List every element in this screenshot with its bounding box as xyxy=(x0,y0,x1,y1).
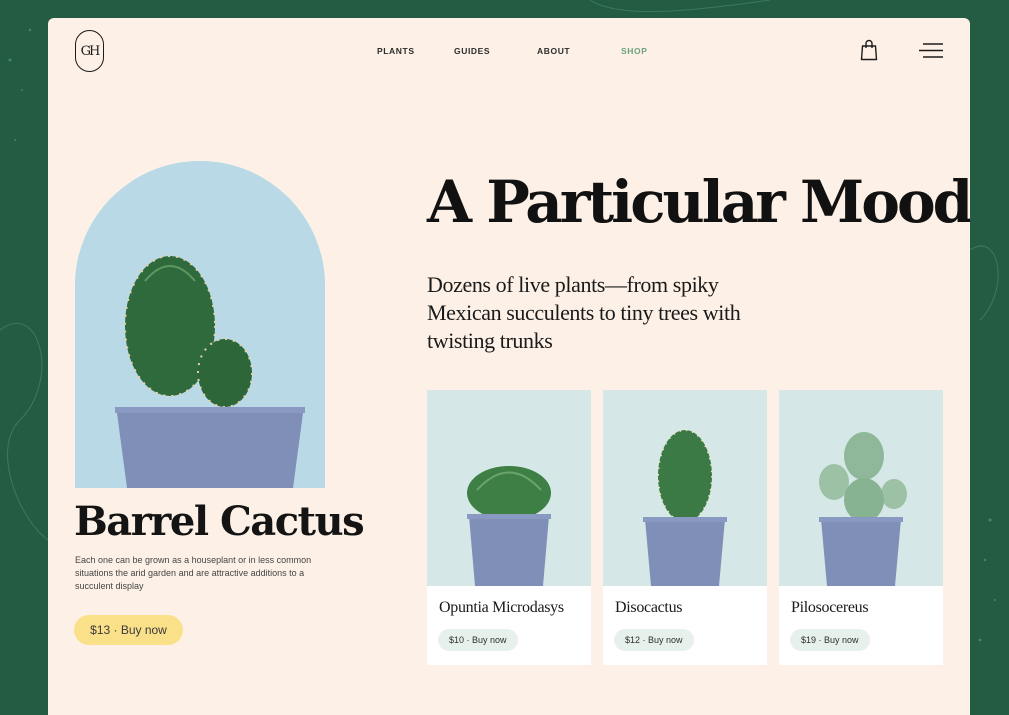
product-name: Pilosocereus xyxy=(791,599,869,616)
shop-page-card: GH PLANTS GUIDES ABOUT SHOP Barrel Cactu… xyxy=(48,18,970,715)
product-buy-button[interactable]: $19 · Buy now xyxy=(790,629,870,651)
page-subheadline: Dozens of live plants—from spiky Mexican… xyxy=(427,272,741,353)
product-card-disocactus[interactable]: Disocactus $12 · Buy now xyxy=(603,390,767,665)
product-name: Disocactus xyxy=(615,599,683,616)
product-name: Opuntia Microdasys xyxy=(439,599,564,616)
product-card-opuntia[interactable]: Opuntia Microdasys $10 · Buy now xyxy=(427,390,591,665)
nav-item-plants[interactable]: PLANTS xyxy=(377,46,415,56)
product-buy-button[interactable]: $10 · Buy now xyxy=(438,629,518,651)
nav-item-shop[interactable]: SHOP xyxy=(621,46,648,56)
featured-buy-button[interactable]: $13 · Buy now xyxy=(74,615,183,645)
product-card-pilosocereus[interactable]: Pilosocereus $19 · Buy now xyxy=(779,390,943,665)
featured-product-description: Each one can be grown as a houseplant or… xyxy=(75,555,312,591)
barrel-cactus-image xyxy=(75,161,325,488)
opuntia-image xyxy=(427,390,591,586)
nav-item-about[interactable]: ABOUT xyxy=(537,46,570,56)
nav-item-guides[interactable]: GUIDES xyxy=(454,46,490,56)
shopping-bag-icon[interactable] xyxy=(860,39,878,61)
featured-product-name: Barrel Cactus xyxy=(74,498,365,545)
page-headline: A Particular Mood xyxy=(427,168,970,236)
hamburger-menu-icon[interactable] xyxy=(919,42,943,59)
disocactus-image xyxy=(603,390,767,586)
brand-logo[interactable]: GH xyxy=(75,30,104,72)
pilosocereus-image xyxy=(779,390,943,586)
product-buy-button[interactable]: $12 · Buy now xyxy=(614,629,694,651)
